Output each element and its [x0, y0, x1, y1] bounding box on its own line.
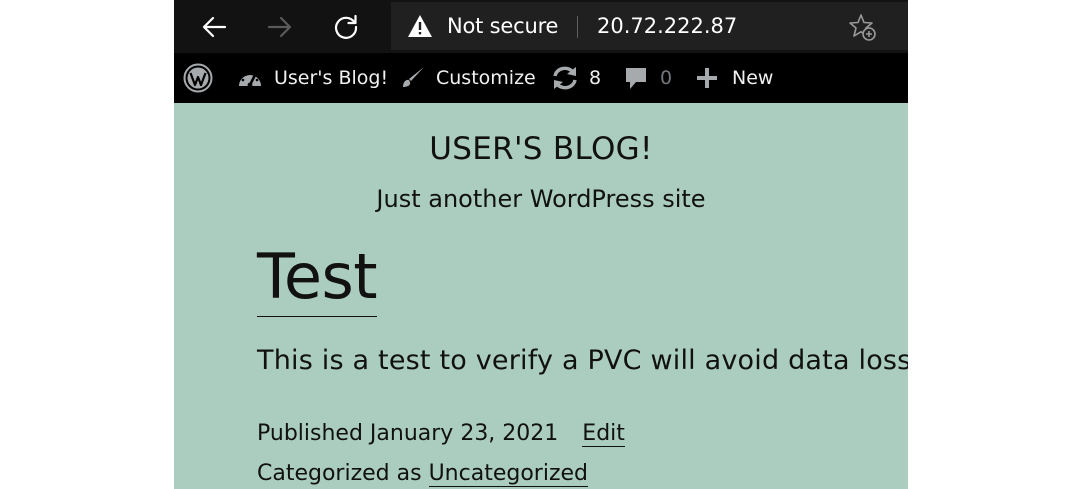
reload-button[interactable] [330, 11, 362, 43]
updates-count: 8 [589, 67, 602, 89]
post-title-link[interactable]: Test [257, 238, 378, 317]
url-text[interactable]: 20.72.222.87 [597, 14, 737, 38]
published-date-link[interactable]: January 23, 2021 [370, 421, 558, 446]
forward-button[interactable] [264, 11, 296, 43]
wordpress-logo-icon [183, 63, 213, 93]
warning-icon[interactable] [407, 14, 433, 38]
customize-label: Customize [436, 67, 536, 89]
site-name-menu[interactable]: User's Blog! [237, 53, 388, 103]
site-title[interactable]: USER'S BLOG! [174, 131, 908, 167]
dashboard-icon [239, 71, 261, 88]
site-description: Just another WordPress site [376, 185, 706, 213]
new-content-menu[interactable]: New [696, 53, 773, 103]
new-label: New [732, 67, 774, 89]
address-bar[interactable]: Not secure 20.72.222.87 [391, 2, 908, 50]
star-add-icon[interactable] [847, 12, 877, 42]
plus-icon [697, 68, 717, 88]
back-button[interactable] [198, 11, 230, 43]
browser-toolbar: Not secure 20.72.222.87 [174, 0, 908, 53]
comments-menu[interactable]: 0 [624, 53, 672, 103]
comments-count: 0 [660, 67, 673, 89]
wordpress-menu[interactable] [183, 53, 213, 103]
omnibox-divider [577, 16, 578, 38]
reload-icon [334, 14, 358, 39]
wp-admin-bar: User's Blog! Customize 8 0 New [174, 53, 908, 103]
post-published-meta: Published January 23, 2021 Edit [257, 421, 625, 447]
security-status-label[interactable]: Not secure [447, 14, 558, 38]
updates-menu[interactable]: 8 [551, 53, 601, 103]
brush-icon [403, 67, 424, 87]
category-link[interactable]: Uncategorized [428, 461, 588, 487]
site-name-label: User's Blog! [274, 67, 389, 89]
edit-post-link[interactable]: Edit [582, 421, 625, 447]
published-prefix: Published [257, 421, 363, 446]
customize-menu[interactable]: Customize [400, 53, 536, 103]
categorized-prefix: Categorized as [257, 461, 422, 486]
back-arrow-icon [202, 16, 227, 38]
forward-arrow-icon [267, 16, 292, 38]
post-excerpt: This is a test to verify a PVC will avoi… [257, 345, 908, 376]
comment-icon [626, 68, 646, 89]
browser-window: Not secure 20.72.222.87 User's Blog! Cus… [174, 0, 908, 489]
post-category-meta: Categorized as Uncategorized [257, 461, 588, 487]
updates-icon [553, 66, 577, 90]
